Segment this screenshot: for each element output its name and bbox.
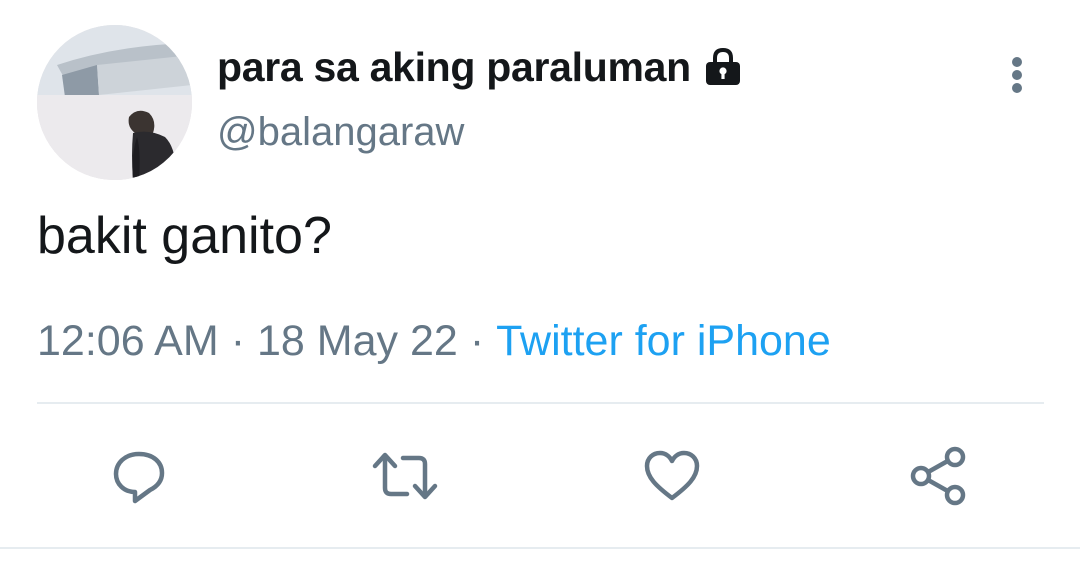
tweet-date[interactable]: 18 May 22: [257, 317, 458, 366]
user-handle[interactable]: @balangaraw: [217, 110, 464, 155]
display-name-row: para sa aking paraluman: [217, 42, 743, 92]
avatar[interactable]: [37, 25, 192, 180]
like-button[interactable]: [636, 440, 708, 512]
meta-separator: ·: [230, 317, 246, 365]
reply-button[interactable]: [103, 440, 175, 512]
meta-separator: ·: [469, 317, 485, 365]
tweet-time[interactable]: 12:06 AM: [37, 317, 219, 366]
more-options-button[interactable]: [994, 52, 1040, 98]
bottom-divider: [0, 547, 1080, 549]
display-name[interactable]: para sa aking paraluman: [217, 44, 691, 91]
more-vertical-icon: [1012, 57, 1022, 93]
tweet-source-link[interactable]: Twitter for iPhone: [496, 317, 831, 366]
share-icon: [910, 446, 966, 506]
share-button[interactable]: [902, 440, 974, 512]
retweet-icon: [372, 452, 438, 500]
heart-icon: [644, 450, 700, 501]
tweet-text: bakit ganito?: [37, 207, 332, 265]
lock-icon: [703, 47, 743, 87]
tweet-meta: 12:06 AM · 18 May 22 · Twitter for iPhon…: [37, 317, 831, 366]
retweet-button[interactable]: [369, 440, 441, 512]
avatar-photo: [37, 25, 192, 180]
divider: [37, 402, 1044, 404]
reply-icon: [113, 451, 165, 504]
